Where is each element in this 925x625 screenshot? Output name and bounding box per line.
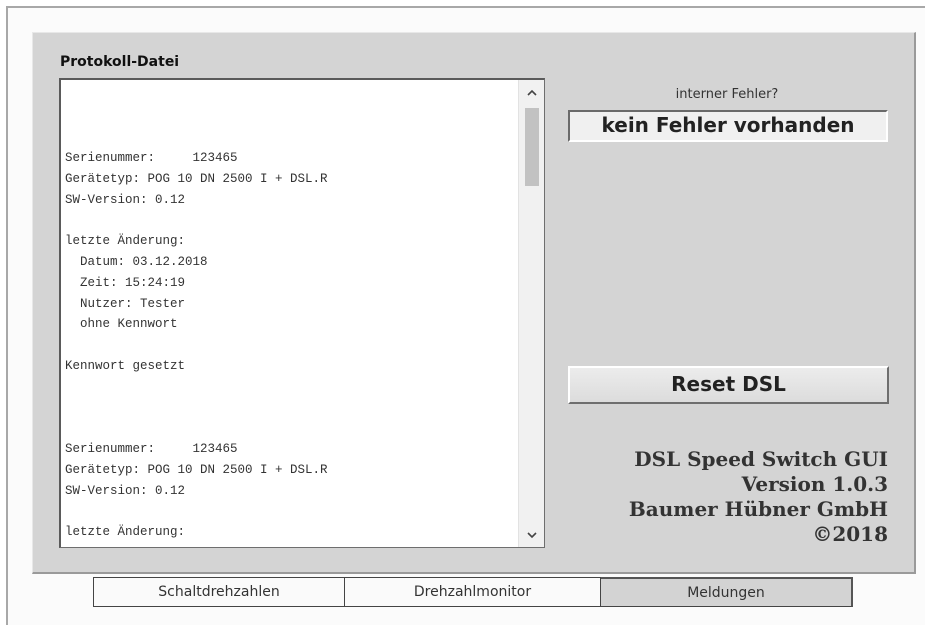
log-content: Serienummer: 123465 Gerätetyp: POG 10 DN… [65, 151, 328, 547]
company-name: Baumer Hübner GmbH [628, 497, 888, 521]
chevron-down-icon[interactable] [519, 527, 544, 545]
error-label: interner Fehler? [675, 87, 779, 102]
tab-schaltdrehzahlen[interactable]: Schaltdrehzahlen [93, 577, 345, 607]
scroll-thumb[interactable] [525, 108, 539, 186]
chevron-up-icon[interactable] [519, 84, 544, 102]
copyright: ©2018 [812, 522, 888, 546]
log-title: Protokoll-Datei [60, 54, 180, 70]
log-textarea[interactable]: Serienummer: 123465 Gerätetyp: POG 10 DN… [59, 78, 545, 548]
tab-meldungen[interactable]: Meldungen [601, 577, 853, 607]
reset-dsl-button[interactable]: Reset DSL [568, 366, 889, 404]
app-name: DSL Speed Switch GUI [634, 447, 888, 471]
tab-drehzahlmonitor[interactable]: Drehzahlmonitor [345, 577, 601, 607]
tab-bar: Schaltdrehzahlen Drehzahlmonitor Meldung… [93, 577, 853, 607]
error-status-display: kein Fehler vorhanden [568, 110, 888, 142]
log-scrollbar[interactable] [518, 80, 544, 547]
app-version: Version 1.0.3 [741, 472, 888, 496]
about-block: DSL Speed Switch GUI Version 1.0.3 Baume… [560, 447, 888, 547]
